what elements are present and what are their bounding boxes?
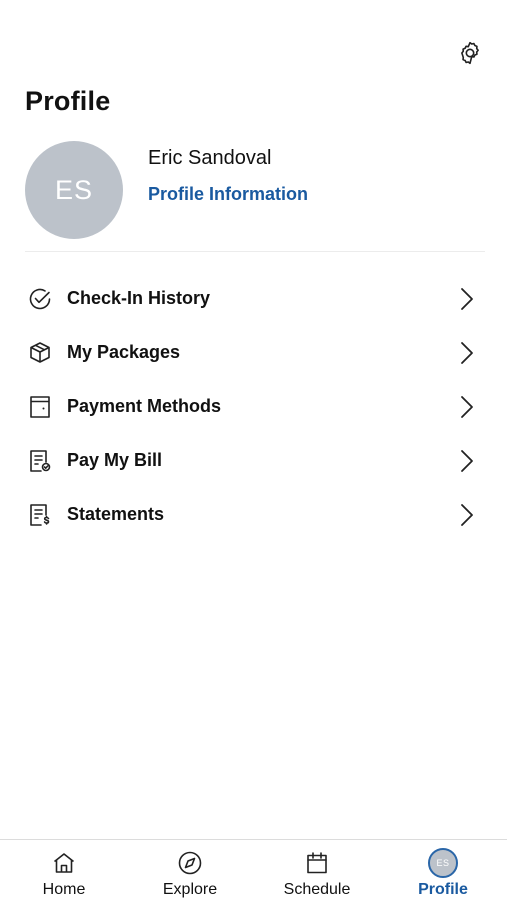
- menu-item-label: My Packages: [67, 342, 181, 362]
- menu-item-my-packages[interactable]: My Packages: [0, 326, 507, 380]
- page-title: Profile: [25, 86, 111, 116]
- profile-screen: Profile ES Eric Sandoval Profile Informa…: [0, 0, 507, 900]
- check-circle-icon: [27, 286, 53, 312]
- profile-menu: Check-In History My Packages Payment Met…: [0, 272, 507, 542]
- menu-item-label: Check-In History: [67, 288, 211, 308]
- tab-explore[interactable]: Explore: [127, 840, 253, 900]
- menu-item-statements[interactable]: Statements: [0, 488, 507, 542]
- bottom-tab-bar: Home Explore Schedule ES Profile: [0, 839, 507, 900]
- settings-button[interactable]: [455, 38, 485, 68]
- avatar[interactable]: ES: [25, 141, 123, 239]
- chevron-right-icon: [457, 448, 477, 474]
- chevron-right-icon: [457, 394, 477, 420]
- profile-information-link[interactable]: Profile Information: [148, 184, 308, 205]
- statement-dollar-icon: [27, 502, 53, 528]
- menu-item-payment-methods[interactable]: Payment Methods: [0, 380, 507, 434]
- chevron-right-icon: [457, 502, 477, 528]
- tab-home[interactable]: Home: [1, 840, 127, 900]
- tab-label: Schedule: [283, 881, 351, 898]
- menu-item-check-in-history[interactable]: Check-In History: [0, 272, 507, 326]
- bill-check-icon: [27, 448, 53, 474]
- tab-profile[interactable]: ES Profile: [380, 840, 506, 900]
- chevron-right-icon: [457, 286, 477, 312]
- package-icon: [27, 340, 53, 366]
- calendar-icon: [302, 848, 332, 878]
- tab-schedule[interactable]: Schedule: [254, 840, 380, 900]
- gear-icon: [461, 41, 479, 65]
- tab-label: Explore: [162, 881, 218, 898]
- wallet-icon: [27, 394, 53, 420]
- avatar-initials: ES: [54, 174, 94, 205]
- chevron-right-icon: [457, 340, 477, 366]
- menu-item-label: Pay My Bill: [67, 450, 163, 470]
- compass-icon: [175, 848, 205, 878]
- menu-item-label: Statements: [67, 504, 165, 524]
- tab-label: Home: [42, 881, 86, 898]
- tab-profile-avatar: ES: [428, 848, 458, 878]
- user-name: Eric Sandoval: [148, 147, 272, 169]
- avatar-initials: ES: [436, 858, 450, 868]
- tab-label: Profile: [418, 881, 468, 898]
- menu-item-label: Payment Methods: [67, 396, 222, 416]
- menu-item-pay-my-bill[interactable]: Pay My Bill: [0, 434, 507, 488]
- avatar: ES: [428, 848, 458, 878]
- divider: [25, 251, 485, 252]
- home-icon: [49, 848, 79, 878]
